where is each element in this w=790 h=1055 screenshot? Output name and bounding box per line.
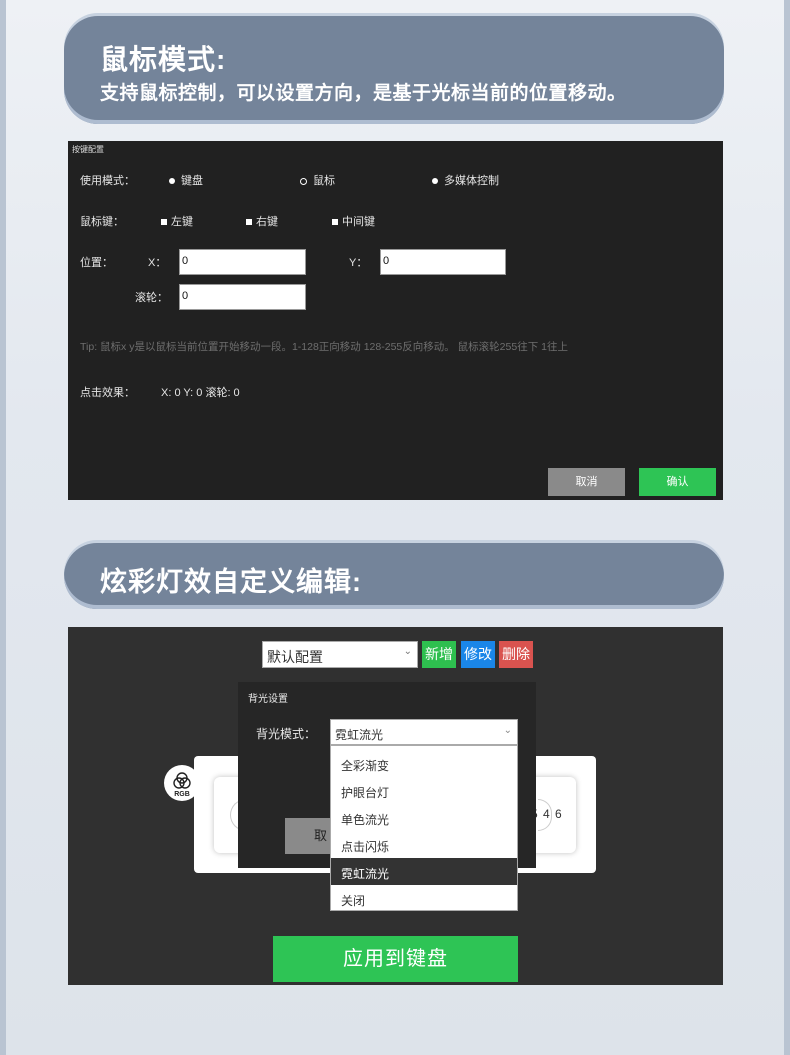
rgb-badge-text: RGB — [174, 791, 190, 798]
chevron-down-icon: ⌄ — [503, 725, 512, 736]
mouse-mode-banner: 鼠标模式: 支持鼠标控制，可以设置方向，是基于光标当前的位置移动。 — [64, 16, 724, 124]
cancel-button[interactable]: 取消 — [548, 468, 625, 496]
tip-text: Tip: 鼠标x y是以鼠标当前位置开始移动一段。1-128正向移动 128-2… — [80, 341, 568, 353]
x-input[interactable]: 0 — [179, 249, 306, 275]
mode-label: 使用模式： — [80, 175, 135, 187]
mouse-key-left[interactable]: 左键 — [161, 213, 193, 229]
backlight-mode-label: 背光模式： — [256, 727, 317, 741]
position-label: 位置： — [80, 257, 113, 269]
dialog-title: 按键配置 — [72, 145, 104, 154]
key-config-dialog: 按键配置 使用模式： 键盘 鼠标 多媒体控制 鼠标键： 左键 右键 中间键 位置… — [68, 141, 723, 500]
delete-button[interactable]: 删除 — [499, 641, 533, 668]
mode-option-mouse[interactable]: 鼠标 — [300, 172, 335, 188]
click-effect-value: X: 0 Y: 0 滚轮: 0 — [161, 387, 240, 399]
dropdown-option-click-flash[interactable]: 点击闪烁 — [331, 831, 517, 858]
checkbox-icon — [161, 219, 167, 226]
backlight-mode-dropdown: 全彩渐变 护眼台灯 单色流光 点击闪烁 霓虹流光 关闭 — [330, 745, 518, 911]
new-button[interactable]: 新增 — [422, 641, 456, 668]
radio-icon — [169, 178, 175, 185]
wheel-input[interactable]: 0 — [179, 284, 306, 310]
rgb-editor-panel: 默认配置 ⌄ 新增 修改 删除 5 4 6 RGB 背光设置 背光模式： 霓虹流… — [68, 627, 723, 985]
mouse-key-label: 鼠标键： — [80, 216, 124, 228]
rgb-editor-banner: 炫彩灯效自定义编辑: — [64, 543, 724, 609]
banner-title: 炫彩灯效自定义编辑: — [100, 567, 362, 597]
backlight-cancel-button[interactable]: 取 — [285, 818, 331, 854]
rgb-icon[interactable]: RGB — [164, 765, 200, 801]
dropdown-option-off[interactable]: 关闭 — [331, 885, 517, 912]
x-label: X： — [148, 257, 167, 269]
mouse-key-middle[interactable]: 中间键 — [332, 213, 375, 229]
click-effect-label: 点击效果： — [80, 387, 135, 399]
y-input[interactable]: 0 — [380, 249, 506, 275]
mode-option-media[interactable]: 多媒体控制 — [432, 172, 499, 188]
backlight-mode-select[interactable]: 霓虹流光 ⌄ — [330, 719, 518, 745]
dropdown-option-full-color[interactable]: 全彩渐变 — [331, 750, 517, 777]
dropdown-option-single-flow[interactable]: 单色流光 — [331, 804, 517, 831]
checkbox-icon — [246, 219, 252, 226]
y-label: Y： — [349, 257, 368, 269]
confirm-button[interactable]: 确认 — [639, 468, 716, 496]
mode-option-keyboard[interactable]: 键盘 — [169, 172, 203, 188]
preset-select[interactable]: 默认配置 ⌄ — [262, 641, 418, 668]
backlight-title: 背光设置 — [248, 694, 288, 705]
radio-selected-icon — [300, 177, 307, 185]
banner-title: 鼠标模式: — [100, 44, 227, 75]
mouse-key-right[interactable]: 右键 — [246, 213, 278, 229]
apply-to-keyboard-button[interactable]: 应用到键盘 — [273, 936, 518, 982]
dropdown-option-eye-care[interactable]: 护眼台灯 — [331, 777, 517, 804]
dropdown-option-neon[interactable]: 霓虹流光 — [331, 858, 517, 885]
chevron-down-icon: ⌄ — [403, 646, 412, 657]
edit-button[interactable]: 修改 — [461, 641, 495, 668]
radio-icon — [432, 178, 438, 185]
checkbox-icon — [332, 219, 338, 226]
banner-subtitle: 支持鼠标控制，可以设置方向，是基于光标当前的位置移动。 — [100, 83, 627, 104]
wheel-label: 滚轮： — [135, 292, 168, 304]
